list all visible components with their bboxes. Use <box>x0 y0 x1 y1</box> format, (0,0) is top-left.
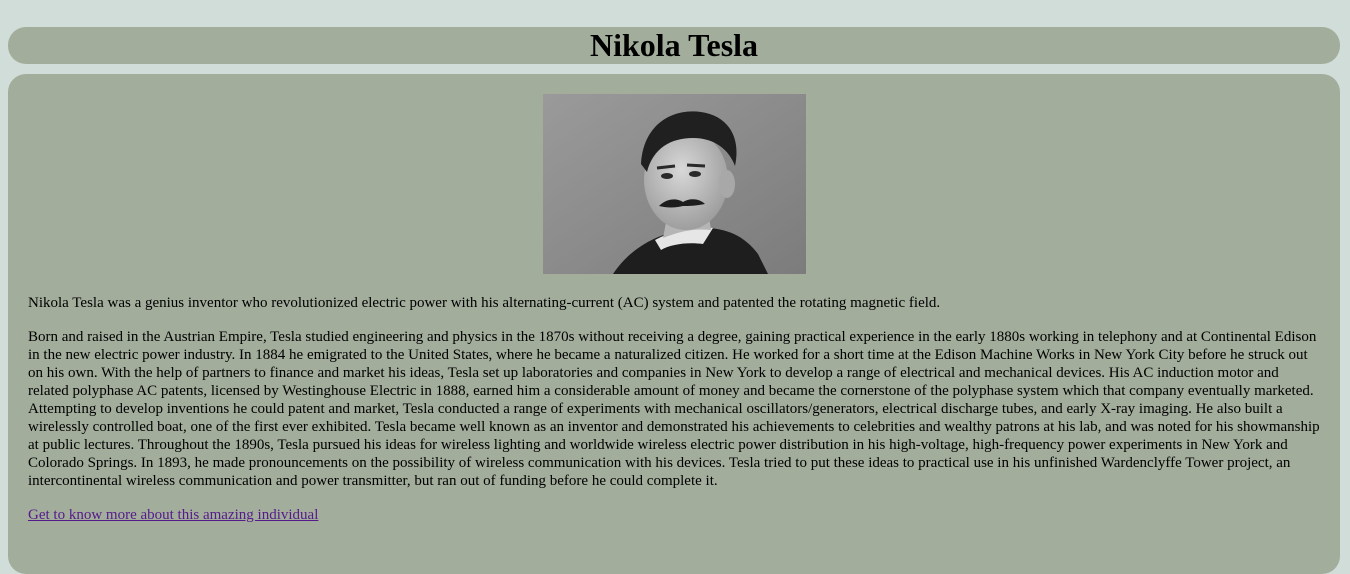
page-header: Nikola Tesla <box>8 27 1340 64</box>
intro-paragraph: Nikola Tesla was a genius inventor who r… <box>28 295 941 311</box>
page-title: Nikola Tesla <box>589 27 759 63</box>
content-panel: Nikola Tesla was a genius inventor who r… <box>8 74 1340 574</box>
portrait-container <box>28 94 1320 274</box>
learn-more-link[interactable]: Get to know more about this amazing indi… <box>28 506 318 524</box>
bio-paragraph: Born and raised in the Austrian Empire, … <box>28 329 1320 489</box>
portrait-image <box>542 94 806 274</box>
